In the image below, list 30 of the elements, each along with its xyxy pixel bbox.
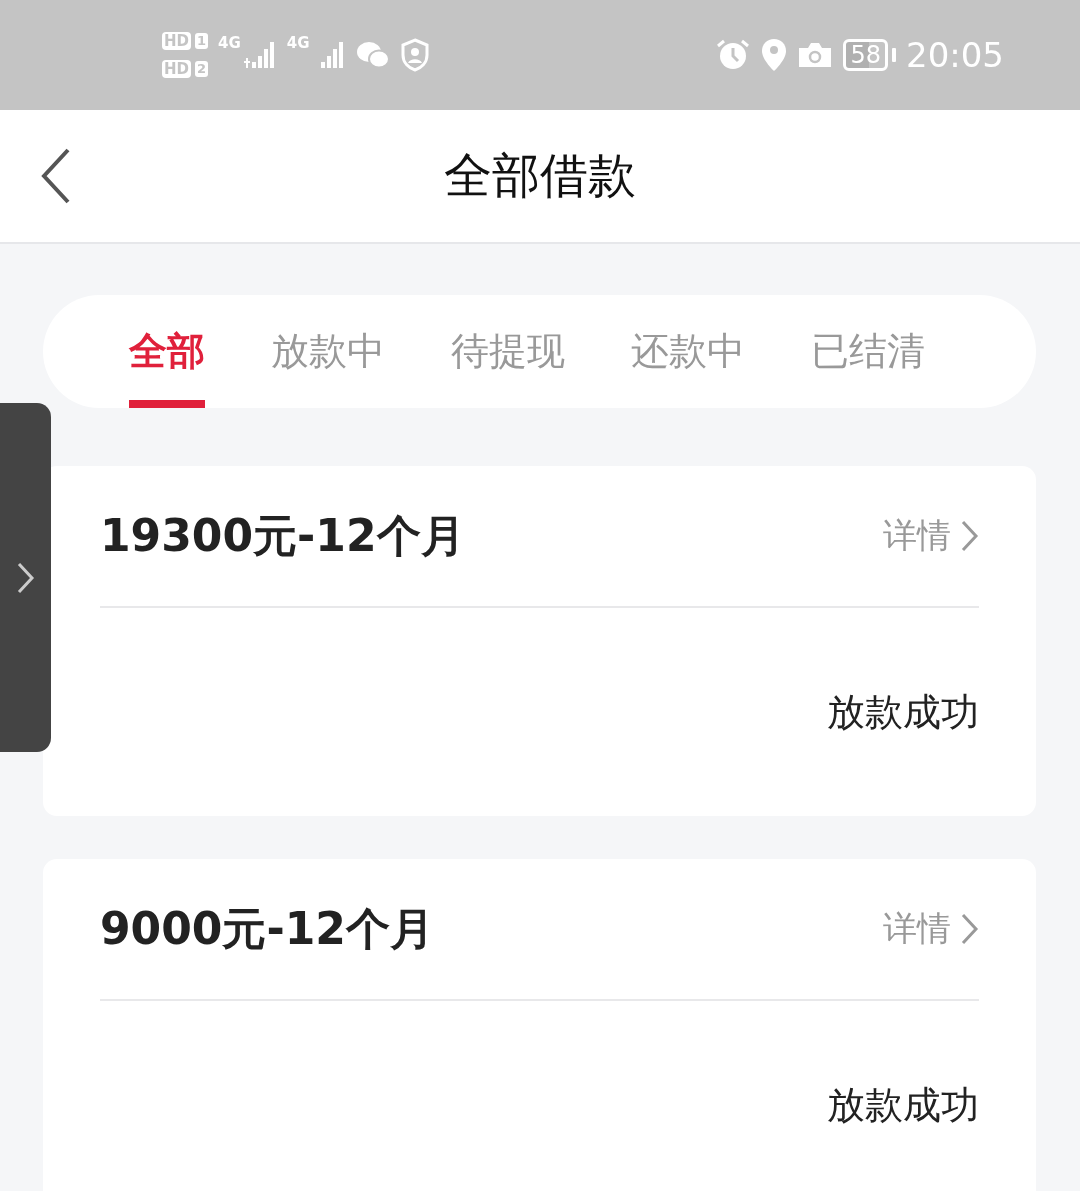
hd-label: HD: [162, 60, 191, 78]
detail-link[interactable]: 详情: [883, 513, 979, 559]
hd-label: HD: [162, 32, 191, 50]
sim-slot-label: 2: [195, 61, 209, 77]
tab[interactable]: 待提现: [451, 295, 565, 408]
loan-status: 放款成功: [827, 1081, 979, 1129]
tab[interactable]: 还款中: [631, 295, 745, 408]
loan-title: 9000元-12个月: [100, 901, 434, 956]
shield-icon: [399, 38, 430, 72]
chevron-icon: [961, 913, 979, 945]
signal-icon: [242, 40, 277, 70]
sim-slot-label: 1: [195, 33, 209, 49]
camera-icon: [797, 41, 834, 69]
location-icon: [761, 38, 788, 72]
clock-time: 20:05: [906, 35, 1004, 75]
battery-label: 58: [843, 39, 888, 71]
network-label: 4G: [286, 34, 310, 52]
chevron-icon: [15, 560, 36, 595]
network-label: 4G: [218, 34, 241, 52]
loan-title: 19300元-12个月: [100, 508, 465, 563]
alarm-icon: [715, 38, 752, 72]
chevron-icon: [961, 520, 979, 552]
loan-status: 放款成功: [827, 688, 979, 736]
chat-icon: [355, 40, 390, 70]
page-title: 全部借款: [444, 146, 636, 205]
tab[interactable]: 全部: [129, 295, 205, 408]
tab[interactable]: 已结清: [811, 295, 925, 408]
tab[interactable]: 放款中: [271, 295, 385, 408]
detail-link[interactable]: 详情: [883, 906, 979, 952]
side-handle[interactable]: [0, 403, 51, 752]
